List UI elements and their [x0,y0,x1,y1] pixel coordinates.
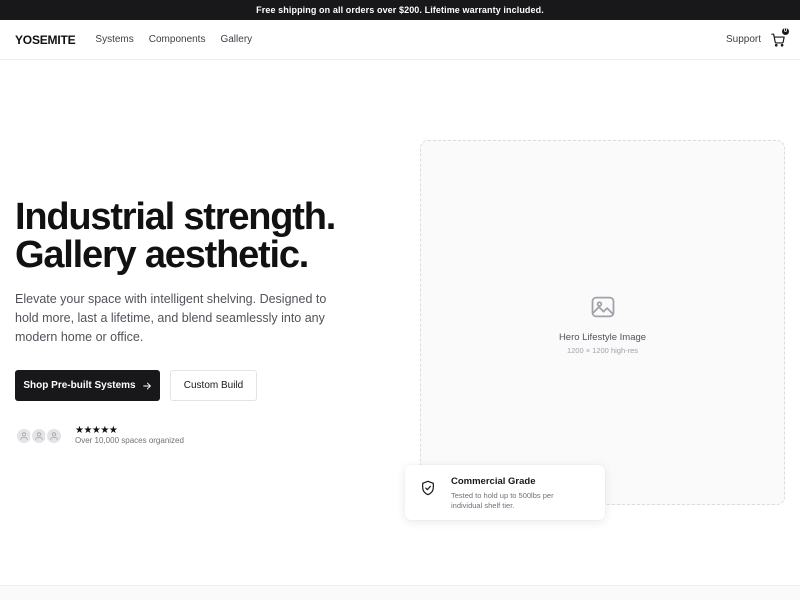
nav-right: Support 0 [726,26,790,47]
announcement-text: Free shipping on all orders over $200. L… [256,5,544,15]
logo[interactable]: YOSEMITE [15,33,76,47]
star-rating: ★★★★★ [75,425,118,436]
user-icon [35,432,43,440]
user-icon [50,432,58,440]
commercial-grade-card: Commercial Grade Tested to hold up to 50… [405,465,605,520]
badge-title: Commercial Grade [451,476,536,487]
hero-title-line-2: Gallery aesthetic. [15,234,309,276]
announcement-bar: Free shipping on all orders over $200. L… [0,0,800,20]
hero-title: Industrial strength. Gallery aesthetic. [15,198,395,274]
nav-link-gallery[interactable]: Gallery [220,34,252,45]
customer-avatars [15,427,63,445]
badge-text: Tested to hold up to 500lbs per individu… [451,491,554,510]
image-icon [591,296,615,318]
nav-links: Systems Components Gallery [95,34,252,45]
social-proof-text: Over 10,000 spaces organized [75,436,184,445]
support-link[interactable]: Support [726,34,761,45]
shop-prebuilt-label: Shop Pre-built Systems [23,380,136,391]
top-navigation: YOSEMITE Systems Components Gallery Supp… [0,20,800,60]
hero-title-line-1: Industrial strength. [15,196,336,238]
custom-build-label: Custom Build [183,380,244,391]
cart-count-badge: 0 [781,26,790,36]
custom-build-button[interactable]: Custom Build [170,370,257,401]
user-icon [20,432,28,440]
cart-button[interactable]: 0 [771,26,790,47]
hero-image-placeholder: Hero Lifestyle Image 1200 × 1200 high-re… [420,140,785,505]
nav-link-components[interactable]: Components [149,34,206,45]
image-placeholder-size: 1200 × 1200 high-res [566,346,639,355]
shop-prebuilt-button[interactable]: Shop Pre-built Systems [15,370,160,401]
shield-check-icon [422,480,434,496]
next-section-edge [0,585,800,600]
nav-link-systems[interactable]: Systems [95,34,133,45]
avatar [45,427,63,445]
image-placeholder-label: Hero Lifestyle Image [558,332,647,343]
arrow-right-icon [142,382,151,389]
hero-description: Elevate your space with intelligent shel… [15,292,327,344]
